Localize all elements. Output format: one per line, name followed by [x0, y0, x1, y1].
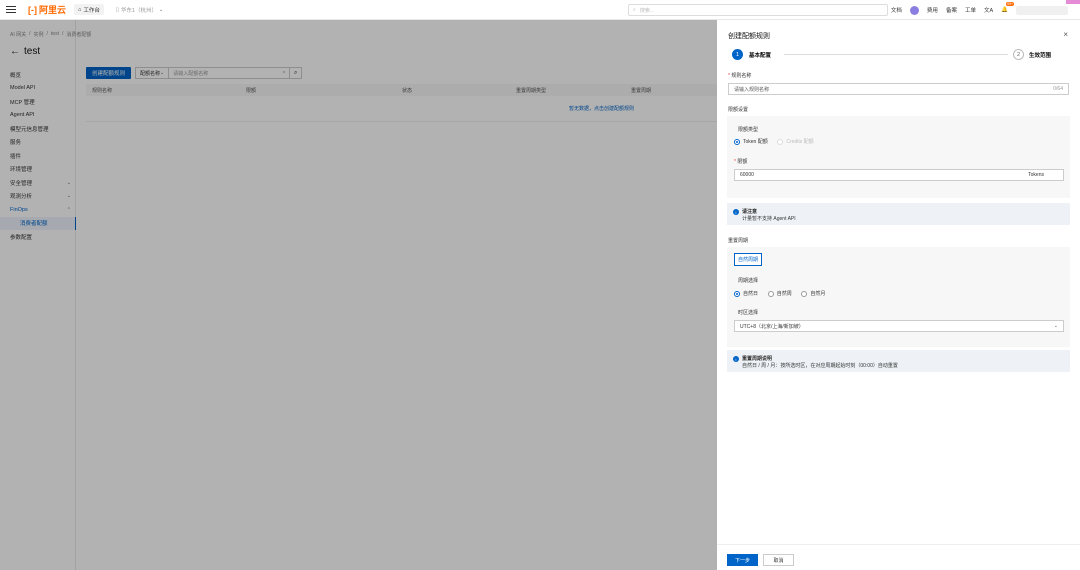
radio-credits-quota: Credits 配额 — [777, 138, 814, 145]
cancel-button[interactable]: 取消 — [763, 554, 794, 566]
period-label: 周期选择 — [738, 278, 759, 284]
workbench-label: 工作台 — [83, 7, 100, 14]
search-placeholder: 搜索... — [639, 7, 654, 14]
top-right-nav: 文档 费用 备案 工单 文A 🔔 99+ — [891, 0, 1080, 20]
chevron-down-icon: ⌄ — [158, 6, 164, 13]
limit-unit: Tokens — [1028, 172, 1044, 178]
modal-overlay[interactable] — [0, 20, 717, 570]
limit-type-radios: Token 配额 Credits 配额 — [734, 138, 822, 147]
aliyun-logo-mark: [-] — [28, 4, 37, 15]
nav-billing[interactable]: 费用 — [927, 6, 938, 14]
close-icon[interactable]: × — [1063, 30, 1068, 39]
radio-dot — [767, 290, 774, 297]
radio-natural-day[interactable]: 自然日 — [734, 290, 758, 297]
tab-natural-period[interactable]: 自然周期 — [734, 253, 763, 266]
logo-text: 阿里云 — [39, 5, 67, 15]
home-icon: ⌂ — [78, 6, 82, 13]
top-navbar: [-] 阿里云 ⌂ 工作台 ▯ 华东1（杭州） ⌄ ⌕ 搜索... 文档 费用 … — [0, 0, 1080, 20]
radio-natural-week[interactable]: 自然周 — [767, 290, 792, 297]
notice-body: 计量暂不支持 Agent API — [742, 215, 796, 222]
reset-section-label: 重置周期 — [728, 238, 749, 244]
limit-section-label: 限额设置 — [728, 107, 749, 113]
timezone-label: 时区选择 — [738, 310, 759, 316]
limit-value: 60000 — [740, 172, 754, 178]
notice-reset-period: i 重置周期说明 自然日 / 周 / 月：按所选时区，在对应周期起始时刻（00:… — [727, 350, 1070, 372]
aliyun-logo[interactable]: [-] 阿里云 — [28, 3, 66, 16]
limit-panel: 限额类型 Token 配额 Credits 配额 * 限额 60000 Toke… — [727, 116, 1070, 198]
info-icon: i — [733, 356, 739, 362]
limit-input[interactable]: 60000 Tokens — [734, 169, 1064, 181]
translate-icon[interactable]: 文A — [984, 6, 993, 14]
ai-assistant-icon[interactable] — [909, 5, 919, 15]
stepper: 1 基本配置 2 生效范围 — [732, 49, 1062, 61]
radio-label: 自然日 — [743, 291, 759, 297]
radio-dot — [777, 138, 784, 145]
notice-text: 请注意 计量暂不支持 Agent API — [742, 209, 796, 222]
limit-label: * 限额 — [734, 159, 748, 165]
drawer-footer: 下一步 取消 — [717, 544, 1080, 570]
step-1-label: 基本配置 — [749, 53, 772, 59]
radio-label: Token 配额 — [743, 139, 768, 145]
timezone-value: UTC+8（北京/上海/新加坡） — [740, 323, 804, 330]
menu-icon[interactable] — [6, 6, 16, 13]
region-icon: ▯ — [115, 6, 119, 13]
radio-token-quota[interactable]: Token 配额 — [734, 138, 768, 145]
region-selector[interactable]: ▯ 华东1（杭州） ⌄ — [116, 6, 163, 14]
search-icon: ⌕ — [633, 7, 636, 13]
next-button[interactable]: 下一步 — [727, 554, 758, 566]
nav-docs[interactable]: 文档 — [891, 6, 902, 14]
region-label: 华东1（杭州） — [120, 7, 157, 14]
radio-natural-month[interactable]: 自然月 — [801, 290, 825, 297]
rule-name-input[interactable]: 请输入规则名称 0/64 — [728, 83, 1069, 95]
rule-name-label: * 规则名称 — [728, 73, 752, 79]
radio-label: Credits 配额 — [786, 139, 814, 145]
rule-name-counter: 0/64 — [1053, 86, 1063, 92]
radio-dot — [734, 290, 740, 297]
user-account[interactable] — [1016, 5, 1068, 15]
bell-badge: 99+ — [1006, 2, 1014, 6]
radio-dot — [801, 290, 808, 297]
rule-name-placeholder: 请输入规则名称 — [734, 86, 770, 93]
corner-decoration — [1066, 0, 1080, 4]
notice-body: 自然日 / 周 / 月：按所选时区，在对应周期起始时刻（00:00）自动重置 — [742, 362, 898, 369]
drawer-title: 创建配额规则 — [728, 33, 770, 40]
nav-ticket[interactable]: 工单 — [965, 6, 976, 14]
notice-agent-api: i 请注意 计量暂不支持 Agent API — [727, 203, 1070, 225]
radio-dot — [734, 138, 740, 145]
nav-icp[interactable]: 备案 — [946, 6, 957, 14]
notice-text: 重置周期说明 自然日 / 周 / 月：按所选时区，在对应周期起始时刻（00:00… — [742, 356, 898, 369]
bell-icon[interactable]: 🔔 99+ — [1001, 2, 1014, 13]
chevron-down-icon: ⌄ — [1053, 323, 1058, 329]
timezone-select[interactable]: UTC+8（北京/上海/新加坡） ⌄ — [734, 320, 1064, 332]
step-connector — [784, 54, 1008, 55]
radio-label: 自然月 — [810, 291, 826, 297]
create-quota-drawer: 创建配额规则 × 1 基本配置 2 生效范围 * 规则名称 请输入规则名称 0/… — [717, 20, 1080, 570]
step-2-label: 生效范围 — [1029, 53, 1052, 59]
global-search-input[interactable]: ⌕ 搜索... — [628, 4, 888, 16]
period-radios: 自然日 自然周 自然月 — [734, 290, 833, 299]
limit-type-label: 限额类型 — [738, 127, 759, 133]
step-1-circle: 1 — [732, 49, 743, 60]
radio-label: 自然周 — [776, 291, 792, 297]
workbench-button[interactable]: ⌂ 工作台 — [74, 4, 104, 15]
reset-panel: 自然周期 周期选择 自然日 自然周 自然月 时区选择 UTC+8（北京/上海/新… — [727, 247, 1070, 347]
step-2-circle: 2 — [1013, 49, 1024, 60]
info-icon: i — [733, 209, 739, 215]
